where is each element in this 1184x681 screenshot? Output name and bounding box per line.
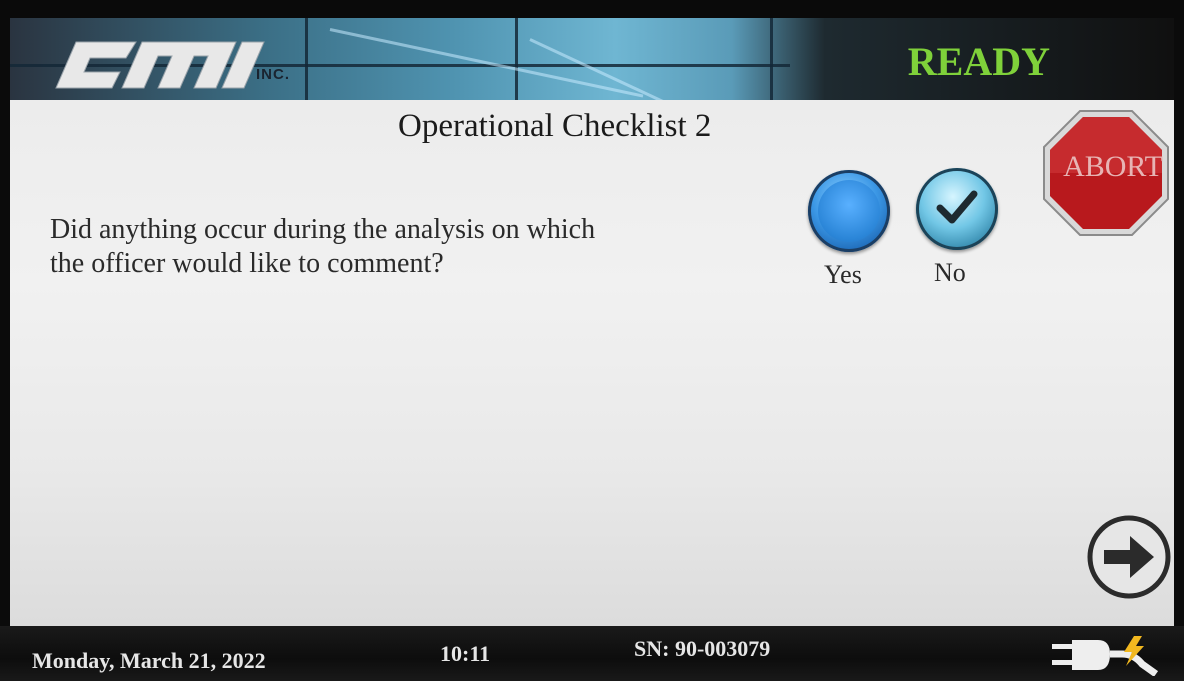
header-bar: INC. READY <box>10 18 1174 102</box>
footer-bar: Monday, March 21, 2022 10:11 SN: 90-0030… <box>0 626 1184 681</box>
question-line-2: the officer would like to comment? <box>50 248 444 279</box>
checkmark-icon <box>936 190 978 224</box>
checklist-question: Did anything occur during the analysis o… <box>50 213 790 281</box>
question-line-1: Did anything occur during the analysis o… <box>50 214 596 245</box>
footer-serial-number: SN: 90-003079 <box>634 636 771 661</box>
no-radio-button[interactable] <box>916 168 998 250</box>
footer-time: 10:11 <box>440 641 491 666</box>
bezel-top <box>0 0 1184 20</box>
header-grid-line <box>515 18 518 102</box>
ac-power-plug-icon <box>1052 636 1159 676</box>
page-title: Operational Checklist 2 <box>398 108 712 144</box>
yes-label: Yes <box>824 260 862 289</box>
logo-inc-text: INC. <box>256 66 290 83</box>
status-ready-text: READY <box>907 39 1050 84</box>
abort-label: ABORT <box>1063 150 1163 183</box>
checklist-screen: Operational Checklist 2 Did anything occ… <box>10 100 1174 626</box>
footer-date: Monday, March 21, 2022 <box>32 648 266 673</box>
header-grid-line <box>770 18 773 102</box>
yes-radio-button[interactable] <box>808 170 890 252</box>
header-light-streak <box>329 28 644 98</box>
arrow-right-icon[interactable] <box>1086 514 1172 600</box>
no-label: No <box>934 258 966 287</box>
